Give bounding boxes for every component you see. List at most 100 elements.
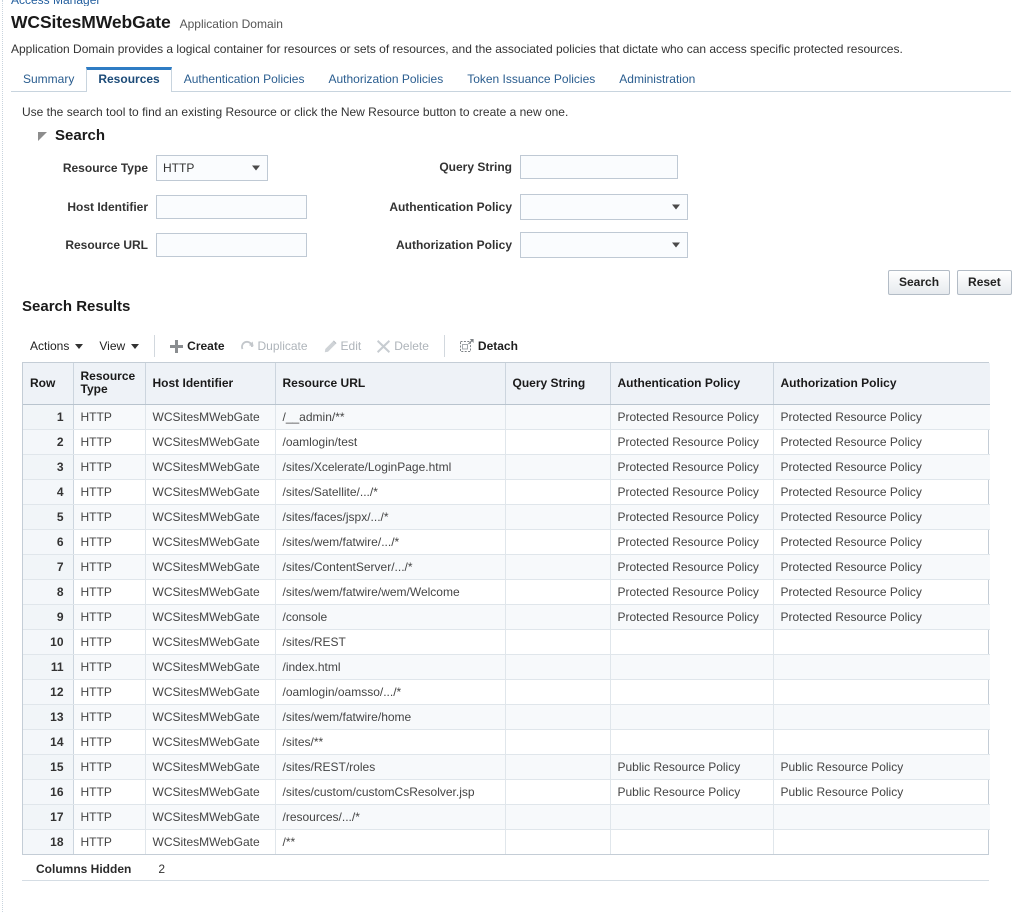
plus-icon: [170, 339, 184, 353]
table-row[interactable]: 3 HTTP WCSitesMWebGate/sites/Xcelerate/Log…: [23, 454, 990, 480]
table-row[interactable]: 12 HTTP WCSitesMWebGate/oamlogin/oamsso/..…: [23, 679, 990, 705]
cell-authz: [773, 704, 990, 730]
table-row[interactable]: 2 HTTP WCSitesMWebGate/oamlogin/test Protec…: [23, 429, 990, 455]
resource-url-label: Resource URL: [65, 238, 148, 252]
authorization-policy-select[interactable]: [520, 232, 688, 258]
cell-authn: Protected Resource Policy: [610, 554, 774, 580]
cell-host: WCSitesMWebGate: [145, 454, 276, 480]
cell-row: 6: [23, 529, 74, 555]
columns-hidden-bar: Columns Hidden 2: [22, 858, 989, 881]
cell-authz: [773, 804, 990, 830]
table-body: 1 HTTP WCSitesMWebGate/__admin/** Protected…: [23, 404, 990, 854]
cell-authz: [773, 729, 990, 755]
column-header-resource-url[interactable]: Resource URL: [275, 363, 506, 405]
collapse-triangle-icon[interactable]: [38, 130, 49, 142]
cell-row: 16: [23, 779, 74, 805]
view-menu[interactable]: View: [91, 335, 147, 357]
tab-summary[interactable]: Summary: [11, 67, 86, 92]
cell-query: [505, 704, 611, 730]
cell-authz: [773, 629, 990, 655]
cell-row: 13: [23, 704, 74, 730]
table-row[interactable]: 10 HTTP WCSitesMWebGate/sites/REST: [23, 629, 990, 655]
cell-url: /sites/faces/jspx/.../*: [275, 504, 506, 530]
cell-authn: Protected Resource Policy: [610, 579, 774, 605]
search-button[interactable]: Search: [888, 270, 951, 295]
table-row[interactable]: 7 HTTP WCSitesMWebGate/sites/ContentServer…: [23, 554, 990, 580]
resource-type-select[interactable]: HTTP: [156, 155, 268, 181]
cell-host: WCSitesMWebGate: [145, 529, 276, 555]
cell-url: /sites/wem/fatwire/.../*: [275, 529, 506, 555]
table-row[interactable]: 16 HTTP WCSitesMWebGate/sites/custom/custo…: [23, 779, 990, 805]
table-row[interactable]: 6 HTTP WCSitesMWebGate/sites/wem/fatwire/.…: [23, 529, 990, 555]
query-string-input[interactable]: [520, 155, 678, 179]
cell-url: /sites/REST: [275, 629, 506, 655]
table-row[interactable]: 8 HTTP WCSitesMWebGate/sites/wem/fatwire/w…: [23, 579, 990, 605]
create-button[interactable]: Create: [162, 335, 232, 357]
table-row[interactable]: 14 HTTP WCSitesMWebGate/sites/**: [23, 729, 990, 755]
host-identifier-input[interactable]: [156, 195, 307, 219]
cell-authz: [773, 829, 990, 854]
cell-query: [505, 454, 611, 480]
reset-button[interactable]: Reset: [957, 270, 1012, 295]
cell-query: [505, 554, 611, 580]
cell-url: /sites/custom/customCsResolver.jsp: [275, 779, 506, 805]
cell-url: /__admin/**: [275, 404, 506, 430]
column-header-authentication-policy[interactable]: Authentication Policy: [610, 363, 774, 405]
cell-authn: [610, 654, 774, 680]
page-subtitle: Application Domain: [179, 17, 283, 31]
column-header-query-string[interactable]: Query String: [505, 363, 611, 405]
x-close-icon: [377, 339, 391, 353]
cell-authn: [610, 629, 774, 655]
authentication-policy-select[interactable]: [520, 194, 688, 220]
query-string-label: Query String: [439, 160, 512, 174]
column-header-host-identifier[interactable]: Host Identifier: [145, 363, 276, 405]
search-section-header[interactable]: Search: [38, 127, 105, 144]
cell-authn: Protected Resource Policy: [610, 604, 774, 630]
create-label: Create: [187, 339, 225, 353]
cell-authz: Public Resource Policy: [773, 754, 990, 780]
table-row[interactable]: 18 HTTP WCSitesMWebGate/**: [23, 829, 990, 854]
table-row[interactable]: 1 HTTP WCSitesMWebGate/__admin/** Protected…: [23, 404, 990, 430]
cell-row: 18: [23, 829, 74, 854]
cell-host: WCSitesMWebGate: [145, 729, 276, 755]
cell-type: HTTP: [73, 804, 146, 830]
table-row[interactable]: 17 HTTP WCSitesMWebGate/resources/.../*: [23, 804, 990, 830]
column-header-resource-type[interactable]: Resource Type: [73, 363, 146, 405]
chevron-down-icon: [672, 242, 680, 248]
cell-row: 11: [23, 654, 74, 680]
cell-type: HTTP: [73, 529, 146, 555]
table-row[interactable]: 11 HTTP WCSitesMWebGate/index.html: [23, 654, 990, 680]
cell-query: [505, 754, 611, 780]
tab-resources[interactable]: Resources: [86, 67, 172, 92]
detach-button[interactable]: Detach: [452, 335, 526, 357]
column-header-authorization-policy[interactable]: Authorization Policy: [773, 363, 990, 405]
tab-administration[interactable]: Administration: [607, 67, 707, 92]
table-row[interactable]: 5 HTTP WCSitesMWebGate/sites/faces/jspx/..…: [23, 504, 990, 530]
detach-icon: [459, 339, 474, 353]
page-title: WCSitesMWebGate: [11, 12, 171, 32]
tab-authorization-policies[interactable]: Authorization Policies: [316, 67, 455, 92]
cell-type: HTTP: [73, 604, 146, 630]
breadcrumb[interactable]: Access Manager: [11, 0, 100, 6]
application-domain-page: Access Manager WCSitesMWebGate Applicati…: [0, 0, 1022, 912]
tab-token-issuance-policies[interactable]: Token Issuance Policies: [455, 67, 607, 92]
cell-url: /console: [275, 604, 506, 630]
table-row[interactable]: 15 HTTP WCSitesMWebGate/sites/REST/roles Pu…: [23, 754, 990, 780]
tab-authentication-policies[interactable]: Authentication Policies: [172, 67, 317, 92]
cell-authn: Protected Resource Policy: [610, 404, 774, 430]
cell-type: HTTP: [73, 579, 146, 605]
cell-type: HTTP: [73, 404, 146, 430]
cell-type: HTTP: [73, 654, 146, 680]
table-row[interactable]: 4 HTTP WCSitesMWebGate/sites/Satellite/...…: [23, 479, 990, 505]
cell-host: WCSitesMWebGate: [145, 404, 276, 430]
actions-menu[interactable]: Actions: [22, 335, 91, 357]
cell-query: [505, 604, 611, 630]
page-header: WCSitesMWebGate Application Domain: [11, 12, 283, 33]
cell-authn: [610, 829, 774, 854]
resource-url-input[interactable]: [156, 233, 307, 257]
cell-authn: Protected Resource Policy: [610, 479, 774, 505]
column-header-row[interactable]: Row: [23, 363, 74, 405]
table-row[interactable]: 13 HTTP WCSitesMWebGate/sites/wem/fatwire/…: [23, 704, 990, 730]
search-hint: Use the search tool to find an existing …: [22, 105, 569, 119]
table-row[interactable]: 9 HTTP WCSitesMWebGate/console Protected Re…: [23, 604, 990, 630]
